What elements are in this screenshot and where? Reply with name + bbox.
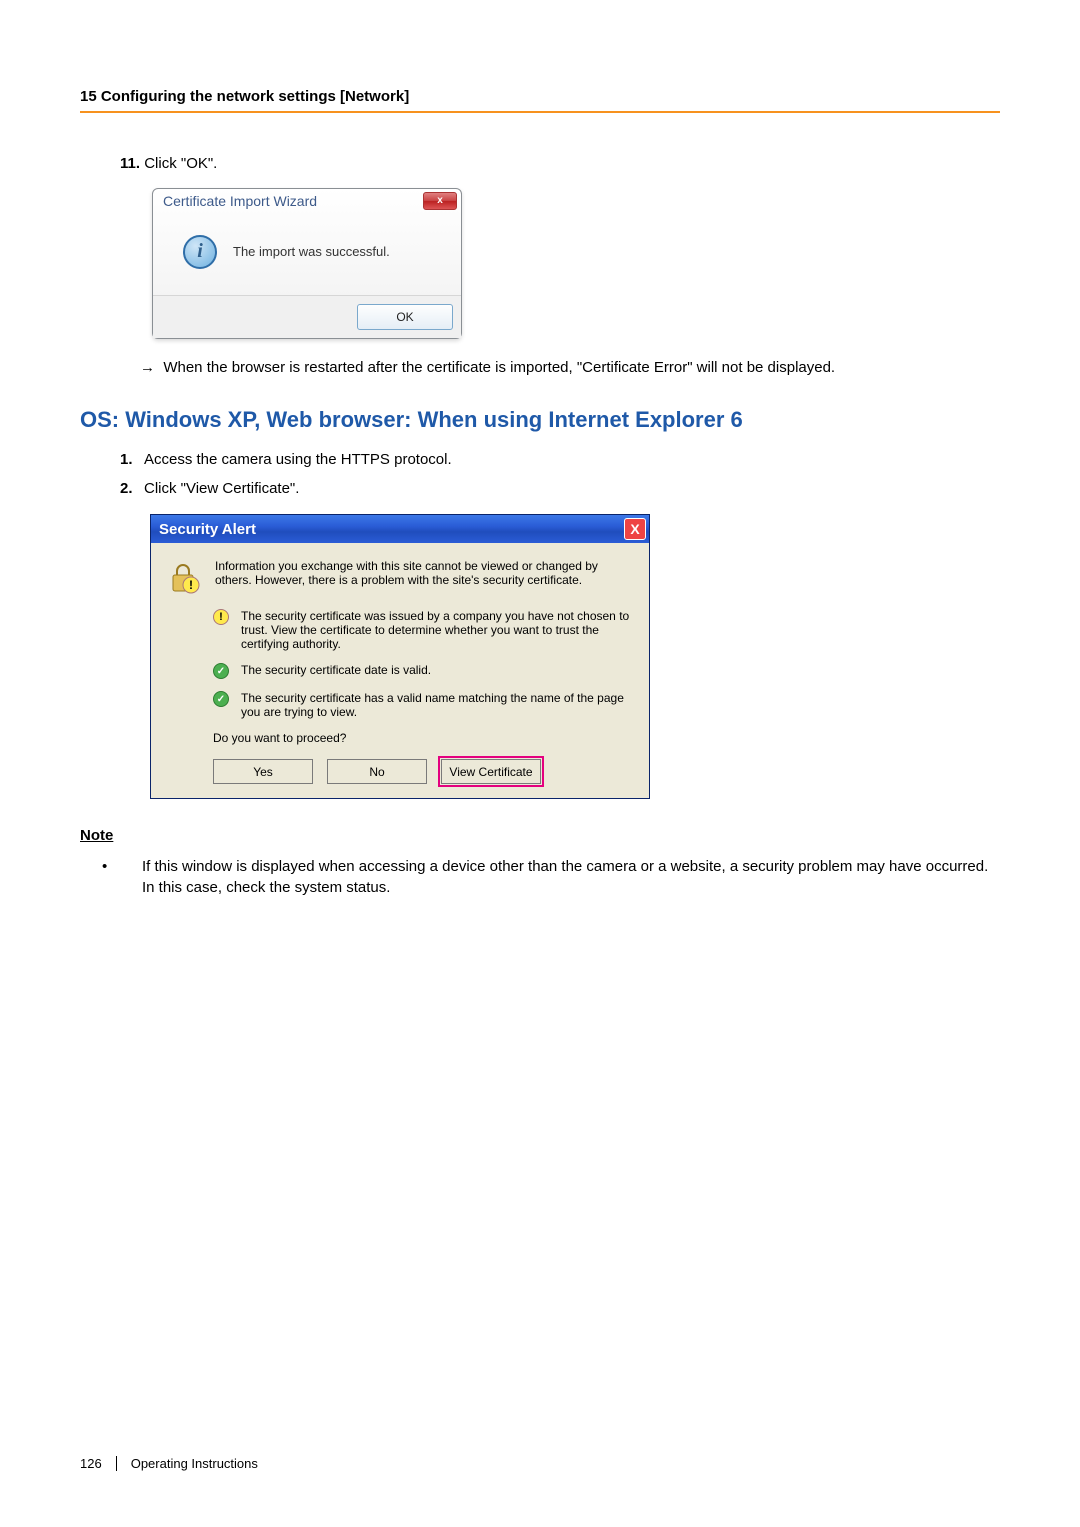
yes-button[interactable]: Yes [213, 759, 313, 784]
step-number: 11. [120, 153, 140, 176]
intro-text: Information you exchange with this site … [215, 559, 635, 595]
dialog-message: The import was successful. [233, 244, 390, 259]
step-number: 2. [120, 478, 144, 501]
close-icon: X [630, 521, 639, 537]
step-11: 11. Click "OK". [120, 153, 1000, 176]
page-footer: 126 Operating Instructions [80, 1456, 258, 1471]
close-button[interactable]: X [624, 518, 646, 540]
svg-text:!: ! [189, 578, 193, 592]
step-2: 2.Click "View Certificate". [120, 478, 1000, 501]
dialog-title: Security Alert [159, 521, 256, 538]
cert-valid-name-text: The security certificate has a valid nam… [241, 691, 635, 719]
step-text: Click "View Certificate". [144, 480, 299, 497]
cert-import-wizard-dialog: Certificate Import Wizard x The import w… [152, 188, 462, 339]
step-number: 1. [120, 449, 144, 472]
note-heading: Note [80, 825, 1000, 848]
page-number: 126 [80, 1456, 102, 1471]
cert-valid-date-text: The security certificate date is valid. [241, 663, 431, 677]
cert-warning-text: The security certificate was issued by a… [241, 609, 635, 651]
section-header: 15 Configuring the network settings [Net… [80, 88, 1000, 113]
info-icon [183, 235, 217, 269]
dialog-title: Certificate Import Wizard [163, 193, 317, 209]
view-certificate-button[interactable]: View Certificate [441, 759, 541, 784]
step-text: Access the camera using the HTTPS protoc… [144, 451, 452, 468]
check-icon [213, 691, 229, 707]
close-button[interactable]: x [423, 192, 457, 210]
no-button[interactable]: No [327, 759, 427, 784]
check-icon [213, 663, 229, 679]
security-alert-dialog: Security Alert X ! Information you excha… [150, 514, 650, 799]
subsection-heading: OS: Windows XP, Web browser: When using … [80, 407, 1000, 433]
step-text: Click "OK". [140, 155, 217, 172]
close-icon: x [437, 195, 443, 206]
note-item: •If this window is displayed when access… [142, 856, 1000, 900]
footer-label: Operating Instructions [116, 1456, 258, 1471]
warning-icon [213, 609, 229, 625]
step-1: 1.Access the camera using the HTTPS prot… [120, 449, 1000, 472]
proceed-question: Do you want to proceed? [213, 731, 635, 745]
ok-button[interactable]: OK [357, 304, 453, 330]
lock-warning-icon: ! [165, 559, 201, 595]
result-note: → When the browser is restarted after th… [140, 357, 1000, 380]
